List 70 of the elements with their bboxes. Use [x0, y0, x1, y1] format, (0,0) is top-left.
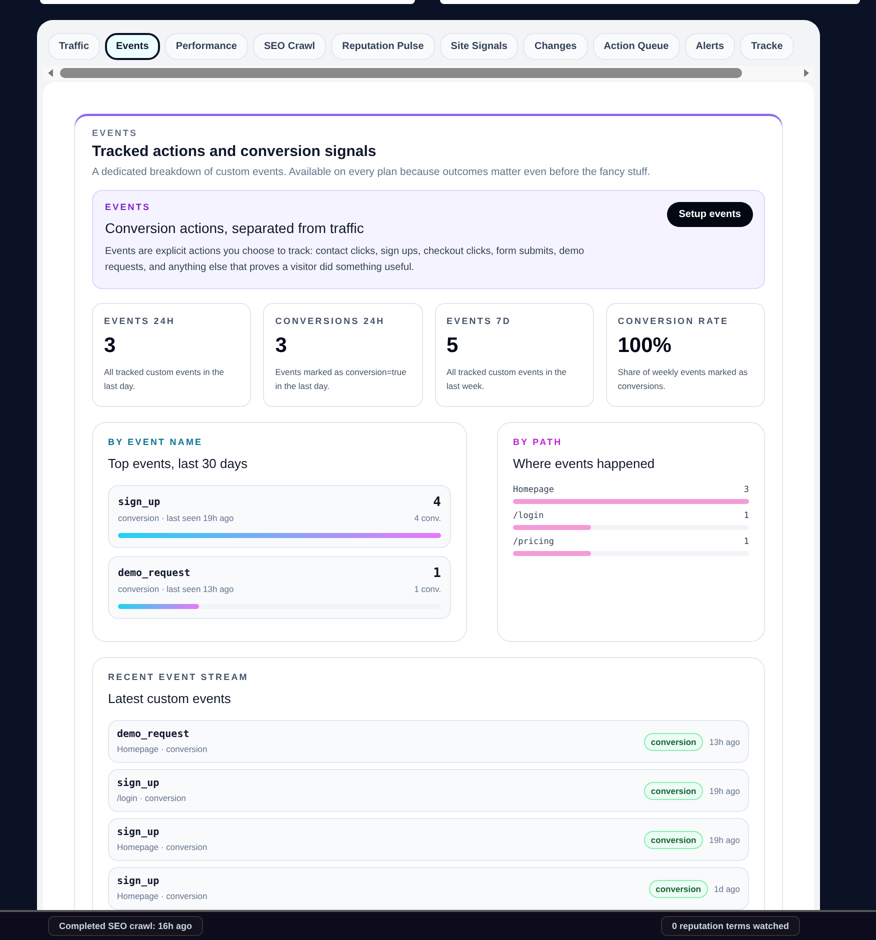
stat-note: All tracked custom events in the last day.	[104, 366, 226, 393]
path-name: /pricing	[513, 537, 554, 547]
panel-eyebrow: BY EVENT NAME	[108, 437, 204, 447]
horizontal-scrollbar[interactable]	[43, 66, 814, 80]
event-meta: /login · conversion	[117, 793, 187, 803]
stat-label: CONVERSIONS 24H	[275, 316, 386, 326]
panel-title: Top events, last 30 days	[108, 456, 248, 471]
conversion-count: 4 conv.	[414, 513, 441, 523]
stat-label: EVENTS 24H	[104, 316, 176, 326]
event-count: 4	[433, 495, 441, 510]
stat-value: 3	[275, 334, 288, 358]
stat-label: EVENTS 7D	[446, 316, 512, 326]
tab[interactable]: Action Queue	[592, 33, 680, 60]
stat-note: Events marked as conversion=true in the last day.	[275, 366, 408, 393]
path-count: 1	[744, 537, 749, 547]
scroll-left-icon[interactable]	[47, 69, 54, 77]
event-name: demo_request	[118, 568, 190, 579]
tab[interactable]: Reputation Pulse	[331, 33, 435, 60]
callout-eyebrow: EVENTS	[105, 202, 152, 212]
stat-label: CONVERSION RATE	[618, 316, 730, 326]
stat-value: 3	[104, 334, 117, 358]
event-name: sign_up	[117, 827, 160, 838]
path-count: 3	[744, 485, 749, 495]
event-time: 19h ago	[709, 786, 740, 796]
status-chip: Completed SEO crawl: 16h ago	[48, 916, 204, 936]
stat-value: 100%	[618, 334, 672, 358]
stat-value: 5	[446, 334, 460, 358]
event-name: sign_up	[117, 778, 160, 789]
callout-title: Conversion actions, separated from traffic	[105, 220, 365, 236]
tab[interactable]: Site Signals	[440, 33, 518, 60]
conversion-count: 1 conv.	[414, 584, 441, 594]
panel-eyebrow: RECENT EVENT STREAM	[108, 672, 250, 682]
event-time: 13h ago	[709, 736, 740, 746]
section-eyebrow: EVENTS	[92, 128, 139, 138]
path-count: 1	[744, 511, 749, 521]
section-title: Tracked actions and conversion signals	[92, 143, 378, 160]
panel-title: Latest custom events	[108, 691, 232, 706]
conversion-tag: conversion	[644, 782, 704, 800]
path-name: /login	[513, 511, 544, 521]
tab[interactable]: Alerts	[684, 33, 736, 60]
setup-events-button[interactable]: Setup events	[666, 202, 753, 227]
event-meta: conversion · last seen 13h ago	[118, 584, 234, 594]
panel-title: Where events happened	[513, 456, 656, 471]
scroll-right-icon[interactable]	[803, 69, 810, 77]
tab[interactable]: Tracke	[740, 33, 794, 60]
section-subtitle: A dedicated breakdown of custom events. Available on every plan because outcomes matter even before the fancy stuff.	[92, 166, 652, 178]
stat-note: Share of weekly events marked as conversions.	[618, 366, 749, 393]
tab[interactable]: Performance	[164, 33, 248, 60]
conversion-tag: conversion	[648, 880, 708, 898]
path-name: Homepage	[513, 485, 554, 495]
stat-note: All tracked custom events in the last week.	[446, 366, 568, 393]
tab[interactable]: SEO Crawl	[252, 33, 326, 60]
event-meta: Homepage · conversion	[117, 842, 208, 852]
event-name: sign_up	[118, 497, 160, 508]
callout-text: Events are explicit actions you choose to track: contact clicks, sign ups, checkout clicks, form submits, demo requests, and anything else that proves a visitor did something useful.	[105, 245, 585, 275]
event-time: 1d ago	[714, 884, 740, 894]
tab[interactable]: Events	[105, 33, 160, 60]
conversion-tag: conversion	[644, 732, 704, 750]
event-meta: conversion · last seen 19h ago	[118, 513, 234, 523]
event-name: sign_up	[117, 876, 160, 887]
tab[interactable]: Traffic	[48, 33, 100, 60]
event-count: 1	[433, 566, 441, 581]
panel-eyebrow: BY PATH	[513, 437, 564, 447]
event-meta: Homepage · conversion	[117, 744, 208, 754]
event-name: demo_request	[117, 729, 190, 740]
status-chip: 0 reputation terms watched	[660, 916, 800, 936]
conversion-tag: conversion	[644, 830, 704, 848]
event-time: 19h ago	[709, 834, 740, 844]
event-meta: Homepage · conversion	[117, 891, 208, 901]
tab[interactable]: Changes	[523, 33, 588, 60]
